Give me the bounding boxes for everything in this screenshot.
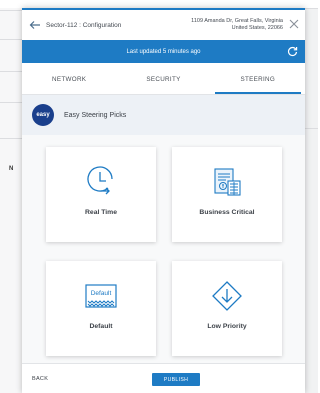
card-default[interactable]: Default Default bbox=[46, 261, 156, 356]
modal-footer: BACK PUBLISH bbox=[22, 363, 305, 393]
business-document-icon bbox=[210, 165, 244, 199]
background-left-column bbox=[0, 8, 22, 393]
tab-network-label: NETWORK bbox=[52, 75, 87, 83]
easy-logo-text: easy bbox=[36, 112, 50, 118]
card-low-priority-label: Low Priority bbox=[207, 323, 247, 330]
tab-steering-label: STEERING bbox=[240, 75, 276, 83]
modal-header: Sector-112 : Configuration 1109 Amanda D… bbox=[22, 8, 305, 40]
last-updated-text: Last updated 5 minutes ago bbox=[126, 48, 201, 55]
background-top-strip bbox=[0, 0, 318, 8]
card-default-label: Default bbox=[89, 323, 113, 330]
default-badge-icon: Default bbox=[84, 279, 118, 313]
background-right-column bbox=[305, 8, 318, 393]
last-updated-bar: Last updated 5 minutes ago bbox=[22, 40, 305, 63]
back-arrow-icon[interactable] bbox=[28, 18, 42, 32]
down-diamond-icon bbox=[210, 279, 244, 313]
card-real-time[interactable]: Real Time bbox=[46, 147, 156, 242]
site-address: 1109 Amanda Dr, Great Falls, Virginia Un… bbox=[191, 18, 283, 32]
default-badge-text: Default bbox=[91, 290, 112, 297]
tab-steering[interactable]: STEERING bbox=[211, 63, 305, 95]
card-low-priority[interactable]: Low Priority bbox=[172, 261, 282, 356]
card-business-critical-label: Business Critical bbox=[199, 209, 255, 216]
publish-button[interactable]: PUBLISH bbox=[152, 373, 200, 386]
card-business-critical[interactable]: Business Critical bbox=[172, 147, 282, 242]
address-line-1: 1109 Amanda Dr, Great Falls, Virginia bbox=[191, 18, 283, 24]
clock-arrow-icon bbox=[84, 165, 118, 199]
steering-picks-grid: Real Time Business Critical Default Defa… bbox=[22, 135, 305, 363]
publish-button-label: PUBLISH bbox=[163, 376, 189, 383]
card-real-time-label: Real Time bbox=[85, 209, 117, 216]
configuration-modal: Sector-112 : Configuration 1109 Amanda D… bbox=[22, 8, 305, 393]
close-icon[interactable] bbox=[289, 19, 299, 29]
back-button[interactable]: BACK bbox=[32, 376, 48, 382]
tab-bar: NETWORK SECURITY STEERING bbox=[22, 63, 305, 95]
section-title: Easy Steering Picks bbox=[64, 111, 127, 119]
tab-security-label: SECURITY bbox=[146, 75, 181, 83]
easy-steering-section-header: easy Easy Steering Picks bbox=[22, 95, 305, 135]
tab-network[interactable]: NETWORK bbox=[22, 63, 116, 95]
refresh-icon[interactable] bbox=[287, 46, 298, 57]
tab-security[interactable]: SECURITY bbox=[116, 63, 210, 95]
background-partial-text: N bbox=[9, 166, 14, 172]
page-title: Sector-112 : Configuration bbox=[46, 21, 122, 29]
address-line-2: United States, 22066 bbox=[231, 25, 283, 31]
easy-logo: easy bbox=[32, 104, 54, 126]
